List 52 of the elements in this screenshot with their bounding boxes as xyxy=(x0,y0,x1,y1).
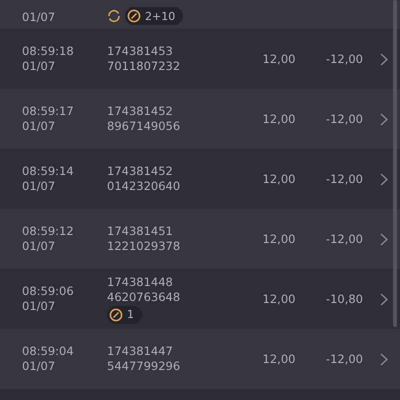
time-text: 08:59:06 xyxy=(22,284,74,299)
stake-text: 12,00 xyxy=(262,352,296,366)
stake-text: 12,00 xyxy=(262,172,296,186)
id-text: 174381453 xyxy=(107,44,173,59)
id-text: 5447799296 xyxy=(107,359,180,374)
amount-text: -12,00 xyxy=(326,172,363,186)
date-text: 01/07 xyxy=(22,359,56,374)
time-text: 08:59:17 xyxy=(22,104,74,119)
bonus-badge: 1 xyxy=(107,306,142,324)
time-text: 08:59:12 xyxy=(22,224,74,239)
id-text: 8967149056 xyxy=(107,119,180,134)
date-text: 01/07 xyxy=(22,10,56,25)
scrollbar[interactable] xyxy=(393,0,397,327)
stake-text: 12,00 xyxy=(262,232,296,246)
chevron-icon xyxy=(380,172,388,186)
date-text: 01/07 xyxy=(22,239,56,254)
stake-text: 12,00 xyxy=(262,52,296,66)
time-text: 08:59:14 xyxy=(22,164,74,179)
bonus-icon xyxy=(127,9,141,23)
transaction-row[interactable]: 08:59:04 01/07 174381447 5447799296 12,00 -12,00 xyxy=(0,329,400,389)
date-text: 01/07 xyxy=(22,299,56,314)
refresh-icon xyxy=(107,9,121,23)
id-text: 0142320640 xyxy=(107,179,180,194)
time-text: 08:59:18 xyxy=(22,44,74,59)
date-text: 01/07 xyxy=(22,119,56,134)
chevron-icon xyxy=(380,52,388,66)
amount-text: -10,80 xyxy=(326,292,363,306)
stake-text: 12,00 xyxy=(262,112,296,126)
time-text: 08:59:04 xyxy=(22,344,74,359)
id-text: 4620763648 xyxy=(107,290,180,304)
chevron-icon xyxy=(380,292,388,306)
date-text: 01/07 xyxy=(22,59,56,74)
transaction-row[interactable]: 08:59:17 01/07 174381452 8967149056 12,00 -12,00 xyxy=(0,89,400,149)
amount-text: -12,00 xyxy=(326,52,363,66)
chevron-icon xyxy=(380,112,388,126)
id-text: 174381451 xyxy=(107,224,173,239)
id-text: 174381447 xyxy=(107,344,173,359)
stake-text: 12,00 xyxy=(262,292,296,306)
id-text: 7011807232 xyxy=(107,59,180,74)
bonus-badge: 2+10 xyxy=(125,7,184,25)
chevron-icon xyxy=(380,352,388,366)
amount-text: -12,00 xyxy=(326,112,363,126)
id-text: 174381452 xyxy=(107,164,173,179)
transaction-row[interactable]: 08:59:12 01/07 174381451 1221029378 12,00 -12,00 xyxy=(0,209,400,269)
amount-text: -12,00 xyxy=(326,352,363,366)
id-text: 174381448 xyxy=(107,274,173,290)
date-text: 01/07 xyxy=(22,179,56,194)
chevron-icon xyxy=(380,232,388,246)
id-text: 174381452 xyxy=(107,104,173,119)
id-text: 1221029378 xyxy=(107,239,180,254)
bonus-icon xyxy=(109,308,123,322)
amount-text: -12,00 xyxy=(326,232,363,246)
